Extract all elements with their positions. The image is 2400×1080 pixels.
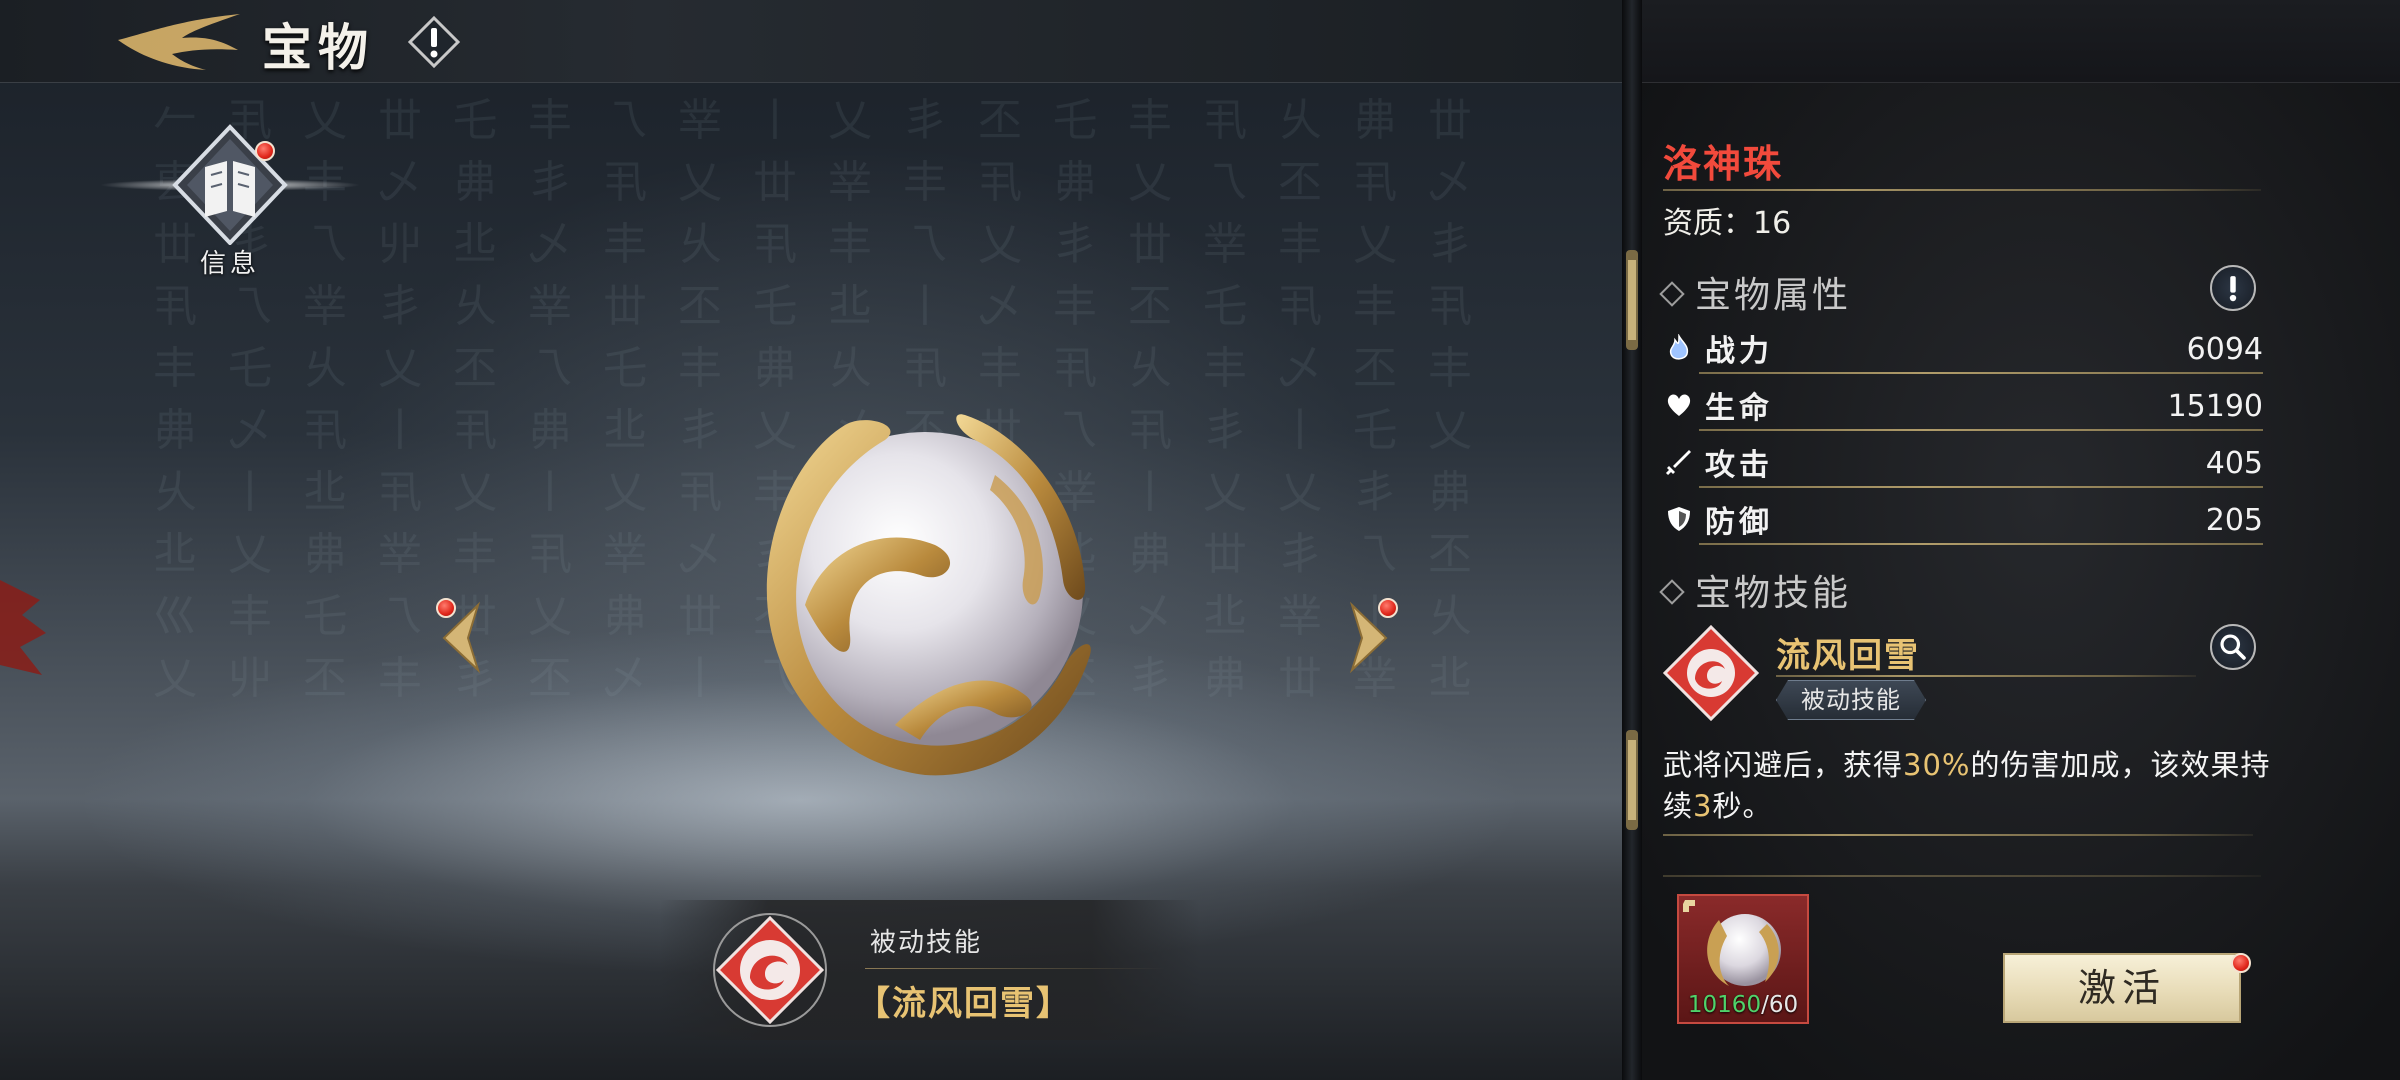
book-icon	[100, 124, 360, 246]
background-script-column: 丰乂丗丕乆丮丨丳乄丯	[1128, 95, 1172, 704]
red-banner-ornament	[0, 580, 46, 675]
stat-row-health: 生命 15190	[1663, 379, 2263, 433]
desc-text: 武将闪避后，获得	[1663, 748, 1904, 782]
background-script-column: 丗乄丱丯乂丨丮丵乁丰	[378, 95, 422, 704]
treasure-skill-strip[interactable]: 被动技能 【流风回雪】	[660, 900, 1200, 1040]
activate-button[interactable]: 激活	[2003, 953, 2251, 1023]
stat-row-attack: 攻击 405	[1663, 436, 2263, 490]
background-script-column: 乆丕丰丮乄丨乂丯丵丗	[1278, 95, 1322, 704]
quality-value: 16	[1753, 206, 1792, 241]
quality-label: 资质：	[1663, 206, 1753, 241]
fragment-count: 10160/60	[1679, 992, 1807, 1018]
divider	[1699, 486, 2263, 488]
skill-type-label: 被动技能	[870, 928, 983, 958]
divider	[1663, 189, 2261, 191]
info-label: 信息	[199, 249, 260, 279]
background-script-column: 乁丮丰丗乇丠乂丵丳乄	[603, 95, 647, 704]
shield-icon	[1668, 507, 1690, 531]
scroll-clip-ornament	[1626, 730, 1638, 830]
stat-label: 生命	[1705, 391, 1773, 426]
fragment-required: /60	[1761, 992, 1799, 1018]
info-button[interactable]: 信息	[95, 115, 365, 285]
treasure-scene: 𠂉叀丗丮丰丳乆丠巛乂 丮丕丯乁乇乄丨乂丰丱 乂丰乁丵乆丮丠丳乇丕 丗乄丱丯乂丨丮…	[0, 0, 1622, 1080]
notification-dot	[1378, 598, 1398, 618]
skill-name: 流风回雪	[1776, 636, 1920, 676]
stat-row-defense: 防御 205	[1663, 493, 2263, 547]
skill-section-title: 宝物技能	[1659, 564, 1852, 616]
page-title: 宝物	[262, 18, 374, 77]
skill-description: 武将闪避后，获得30%的伤害加成，该效果持续3秒。	[1663, 745, 2283, 827]
treasure-pearl-image	[1683, 900, 1781, 986]
notification-dot	[436, 598, 456, 618]
notification-dot	[255, 141, 275, 161]
magnifier-icon[interactable]	[2210, 624, 2256, 670]
scroll-clip-ornament	[1626, 250, 1638, 350]
golden-wing-back-icon[interactable]	[110, 10, 250, 72]
stat-value: 15190	[2167, 389, 2263, 424]
section-title-text: 宝物技能	[1695, 573, 1852, 614]
flame-icon	[1669, 334, 1689, 360]
activate-button-label: 激活	[2077, 966, 2166, 1010]
skill-type-badge: 被动技能	[1776, 680, 1926, 720]
section-title-text: 宝物属性	[1695, 275, 1852, 316]
quality-row: 资质：16	[1663, 198, 1791, 242]
skill-name-label: 【流风回雪】	[856, 984, 1072, 1024]
notification-dot	[2231, 953, 2251, 973]
treasure-pearl-image	[766, 414, 1091, 776]
previous-treasure-button[interactable]	[430, 590, 490, 680]
divider	[865, 968, 1165, 969]
stat-value: 6094	[2186, 332, 2263, 367]
exclamation-icon[interactable]	[408, 16, 460, 68]
diamond-bullet-icon	[1659, 281, 1685, 307]
top-bar: 宝物	[0, 0, 1622, 83]
desc-highlight-value: 3	[1693, 789, 1713, 823]
fragment-owned: 10160	[1687, 992, 1762, 1018]
background-script-column: 丮乁丵乇丰丯乂丗丠丳	[1203, 95, 1247, 704]
wind-snow-skill-icon[interactable]	[1663, 625, 1759, 721]
heart-icon	[1667, 394, 1691, 416]
background-script-column: 丗乄丯丮丰乂丳丕乆丠	[1428, 95, 1472, 704]
divider	[1663, 875, 2261, 877]
stat-value: 205	[2205, 503, 2263, 538]
panel-header-bar	[1642, 0, 2400, 83]
diamond-bullet-icon	[1659, 579, 1685, 605]
desc-text: 秒。	[1712, 789, 1773, 823]
panel-divider	[1622, 0, 1642, 1080]
background-script-column: 丵乂乆丕丰丯丮乄丗丨	[678, 95, 722, 704]
attributes-section-title: 宝物属性	[1659, 266, 1852, 318]
treasure-name: 洛神珠	[1663, 141, 1784, 186]
stat-label: 战力	[1705, 334, 1773, 369]
treasure-fragment-card[interactable]: 10160/60	[1677, 894, 1809, 1024]
divider	[1663, 834, 2253, 836]
divider	[1699, 429, 2263, 431]
background-script-column: 丰丯乄丵乁丳丨丮乂丕	[528, 95, 572, 704]
divider	[1699, 372, 2263, 374]
stat-value: 405	[2205, 446, 2263, 481]
divider	[1699, 543, 2263, 545]
exclamation-icon[interactable]	[2210, 265, 2256, 311]
wind-snow-skill-icon	[713, 913, 827, 1027]
stat-label: 防御	[1705, 505, 1773, 540]
stat-row-power: 战力 6094	[1663, 322, 2263, 376]
next-treasure-button[interactable]	[1340, 590, 1400, 680]
sword-icon	[1665, 450, 1691, 476]
divider	[1776, 675, 2196, 677]
stat-label: 攻击	[1705, 448, 1773, 483]
desc-highlight-value: 30%	[1903, 748, 1971, 782]
